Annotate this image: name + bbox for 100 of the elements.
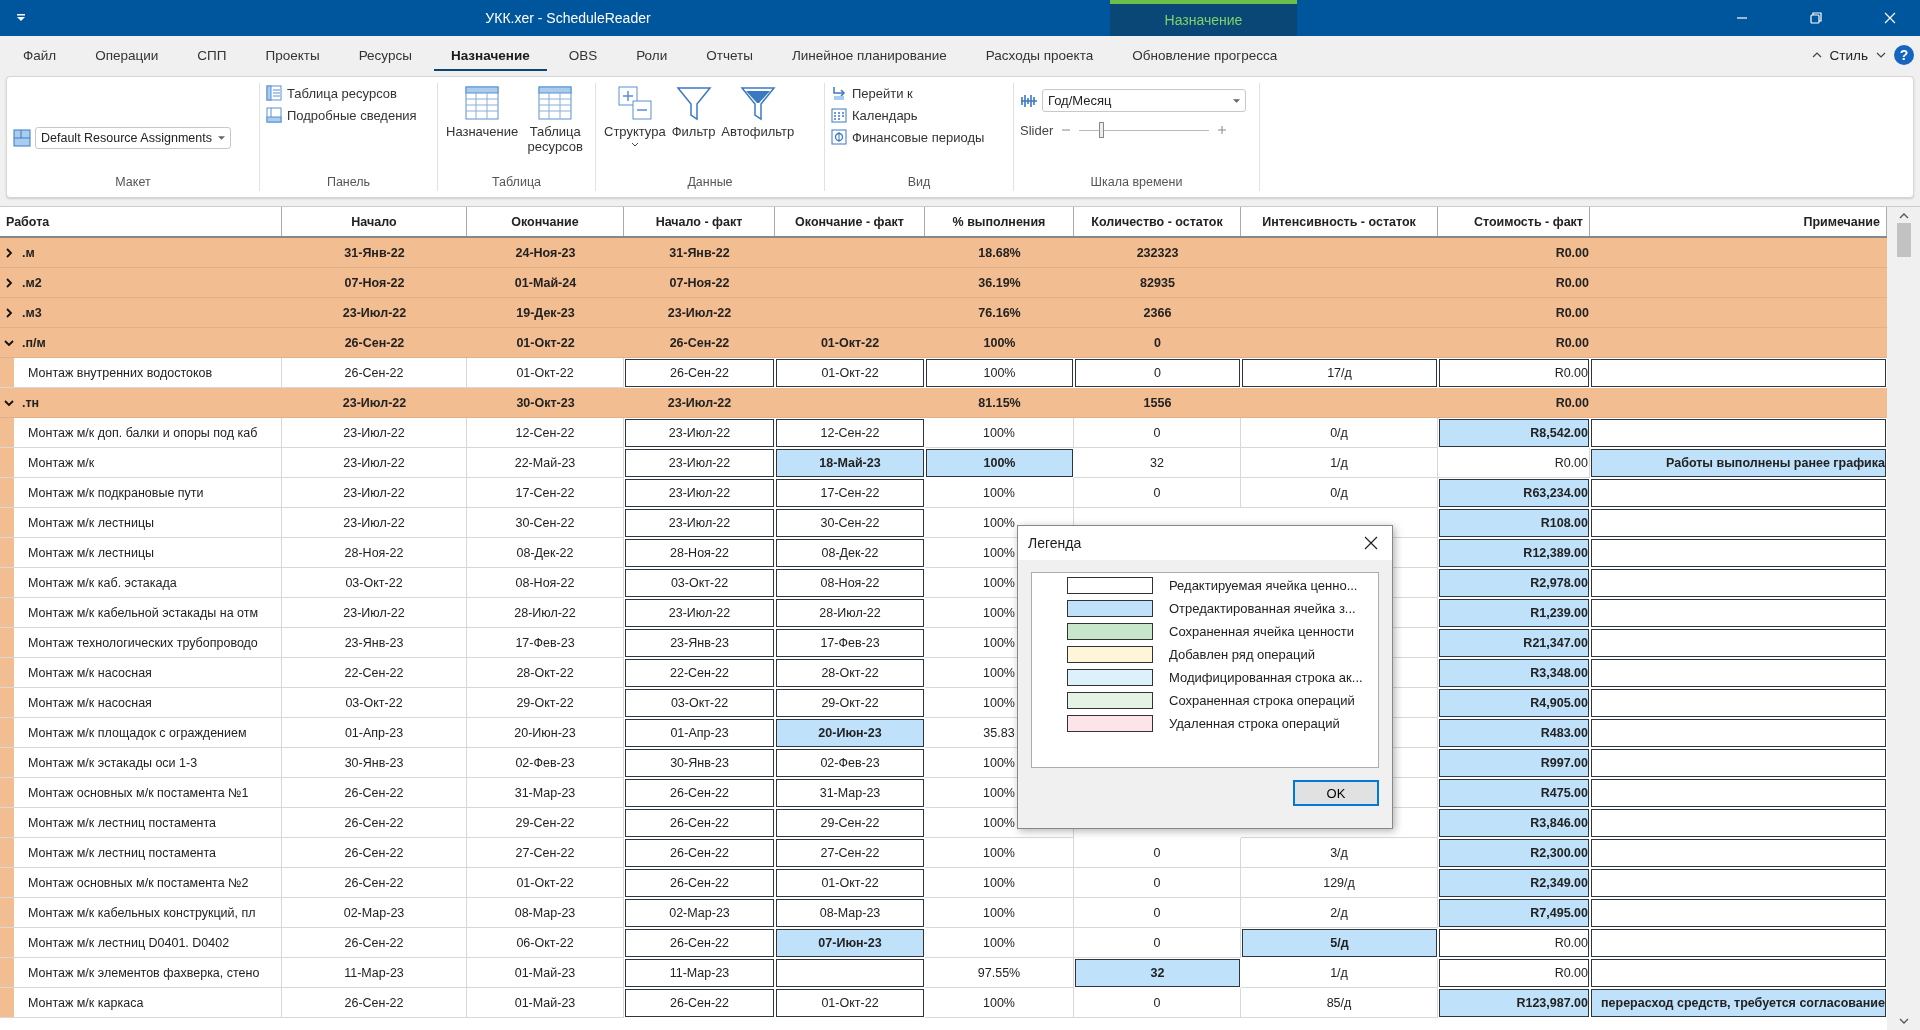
ribbon-button[interactable]: Таблица ресурсов <box>522 83 589 175</box>
editable-cell[interactable]: перерасход средств, требуется согласование <box>1591 989 1886 1017</box>
editable-cell[interactable]: 17-Сен-22 <box>776 479 924 507</box>
ribbon-button[interactable]: Финансовые периоды <box>831 129 985 145</box>
editable-cell[interactable]: 23-Июл-22 <box>625 599 774 627</box>
menu-tab[interactable]: Отчеты <box>689 39 770 71</box>
restore-icon[interactable] <box>1810 12 1822 24</box>
editable-cell[interactable]: 03-Окт-22 <box>625 569 774 597</box>
editable-cell[interactable]: 23-Июл-22 <box>625 509 774 537</box>
group-row[interactable]: .тн 23-Июл-22 30-Окт-23 23-Июл-22 81.15% 1556 R0.00 <box>0 388 1887 418</box>
editable-cell[interactable]: 01-Окт-22 <box>776 359 924 387</box>
editable-cell[interactable]: 11-Мар-23 <box>625 959 774 987</box>
editable-cell[interactable]: 26-Сен-22 <box>625 839 774 867</box>
column-header[interactable]: Работа <box>0 207 282 236</box>
expand-icon[interactable] <box>4 397 14 408</box>
column-header[interactable]: Начало - факт <box>624 207 775 236</box>
editable-cell[interactable] <box>1591 809 1886 837</box>
expand-icon[interactable] <box>4 337 14 348</box>
editable-cell[interactable]: 17/д <box>1242 359 1437 387</box>
editable-cell[interactable] <box>1591 509 1886 537</box>
editable-cell[interactable] <box>776 959 924 987</box>
editable-cell[interactable]: 26-Сен-22 <box>625 359 774 387</box>
dropdown-arrow-icon[interactable] <box>1233 98 1240 103</box>
editable-cell[interactable]: 23-Июл-22 <box>625 419 774 447</box>
ribbon-button[interactable]: Структура <box>602 83 668 175</box>
editable-cell[interactable]: R483.00 <box>1439 719 1589 747</box>
editable-cell[interactable] <box>1591 629 1886 657</box>
editable-cell[interactable]: R108.00 <box>1439 509 1589 537</box>
collapse-icon[interactable] <box>1811 52 1822 58</box>
editable-cell[interactable]: 07-Июн-23 <box>776 929 924 957</box>
editable-cell[interactable]: 28-Июл-22 <box>776 599 924 627</box>
editable-cell[interactable]: 03-Окт-22 <box>625 689 774 717</box>
editable-cell[interactable]: 26-Сен-22 <box>625 989 774 1017</box>
column-header[interactable]: Стоимость - факт <box>1438 207 1590 236</box>
expand-icon[interactable] <box>4 247 14 258</box>
editable-cell[interactable] <box>1591 599 1886 627</box>
editable-cell[interactable]: 23-Июл-22 <box>625 479 774 507</box>
editable-cell[interactable]: 23-Янв-23 <box>625 629 774 657</box>
column-header[interactable]: Количество - остаток <box>1074 207 1241 236</box>
editable-cell[interactable]: R12,389.00 <box>1439 539 1589 567</box>
editable-cell[interactable] <box>1591 479 1886 507</box>
ribbon-button[interactable]: Назначение <box>444 83 521 175</box>
column-header[interactable]: Интенсивность - остаток <box>1241 207 1438 236</box>
editable-cell[interactable]: R3,348.00 <box>1439 659 1589 687</box>
editable-cell[interactable]: 28-Ноя-22 <box>625 539 774 567</box>
editable-cell[interactable]: R2,300.00 <box>1439 839 1589 867</box>
editable-cell[interactable] <box>1591 959 1886 987</box>
group-row[interactable]: .м 31-Янв-22 24-Ноя-23 31-Янв-22 18.68% 232323 R0.00 <box>0 238 1887 268</box>
editable-cell[interactable]: R1,239.00 <box>1439 599 1589 627</box>
expand-icon[interactable] <box>4 307 14 318</box>
column-header[interactable]: Окончание - факт <box>775 207 925 236</box>
ribbon-button[interactable]: Фильтр <box>669 83 718 175</box>
column-header[interactable]: % выполнения <box>925 207 1074 236</box>
column-header[interactable]: Начало <box>282 207 467 236</box>
editable-cell[interactable]: 12-Сен-22 <box>776 419 924 447</box>
group-row[interactable]: .п/м 26-Сен-22 01-Окт-22 26-Сен-22 01-Окт-22 100% 0 R0.00 <box>0 328 1887 358</box>
editable-cell[interactable]: 29-Сен-22 <box>776 809 924 837</box>
editable-cell[interactable]: 100% <box>926 449 1073 477</box>
editable-cell[interactable] <box>1591 719 1886 747</box>
timescale-dropdown[interactable]: Год/Месяц <box>1042 89 1246 112</box>
menu-tab[interactable]: Линейное планирование <box>774 39 964 71</box>
editable-cell[interactable] <box>1591 539 1886 567</box>
editable-cell[interactable]: 02-Фев-23 <box>776 749 924 777</box>
editable-cell[interactable]: 26-Сен-22 <box>625 869 774 897</box>
scroll-down-icon[interactable] <box>1898 1018 1909 1024</box>
editable-cell[interactable] <box>1591 569 1886 597</box>
editable-cell[interactable]: R2,349.00 <box>1439 869 1589 897</box>
editable-cell[interactable]: 5/д <box>1242 929 1437 957</box>
caret-icon[interactable] <box>16 13 26 23</box>
editable-cell[interactable]: 01-Окт-22 <box>776 989 924 1017</box>
group-row[interactable]: .м2 07-Ноя-22 01-Май-24 07-Ноя-22 36.19% 82935 R0.00 <box>0 268 1887 298</box>
editable-cell[interactable]: 17-Фев-23 <box>776 629 924 657</box>
style-menu[interactable]: Стиль <box>1829 47 1868 63</box>
ok-button[interactable]: OK <box>1293 780 1379 806</box>
editable-cell[interactable]: R0.00 <box>1439 959 1589 987</box>
editable-cell[interactable] <box>1591 659 1886 687</box>
editable-cell[interactable]: 26-Сен-22 <box>625 779 774 807</box>
editable-cell[interactable]: 30-Сен-22 <box>776 509 924 537</box>
editable-cell[interactable]: 0 <box>1075 359 1240 387</box>
editable-cell[interactable]: 100% <box>926 359 1073 387</box>
ribbon-button[interactable]: Таблица ресурсов <box>266 85 417 101</box>
caret-icon[interactable] <box>630 142 639 147</box>
editable-cell[interactable]: Работы выполнены ранее графика <box>1591 449 1886 477</box>
layout-dropdown[interactable]: Default Resource Assignments <box>35 127 231 149</box>
editable-cell[interactable]: 08-Мар-23 <box>776 899 924 927</box>
scrollbar[interactable] <box>1887 207 1920 1030</box>
menu-tab[interactable]: OBS <box>551 39 615 71</box>
editable-cell[interactable]: R8,542.00 <box>1439 419 1589 447</box>
scroll-up-icon[interactable] <box>1898 213 1909 219</box>
editable-cell[interactable]: 31-Мар-23 <box>776 779 924 807</box>
close-icon[interactable] <box>1364 536 1378 550</box>
editable-cell[interactable]: 02-Мар-23 <box>625 899 774 927</box>
group-row[interactable]: .м3 23-Июл-22 19-Дек-23 23-Июл-22 76.16% 2366 R0.00 <box>0 298 1887 328</box>
editable-cell[interactable] <box>1591 749 1886 777</box>
editable-cell[interactable]: R0.00 <box>1439 359 1589 387</box>
editable-cell[interactable]: R0.00 <box>1439 929 1589 957</box>
editable-cell[interactable]: R63,234.00 <box>1439 479 1589 507</box>
editable-cell[interactable]: 30-Янв-23 <box>625 749 774 777</box>
editable-cell[interactable]: 28-Окт-22 <box>776 659 924 687</box>
caret-icon[interactable] <box>1876 52 1886 58</box>
